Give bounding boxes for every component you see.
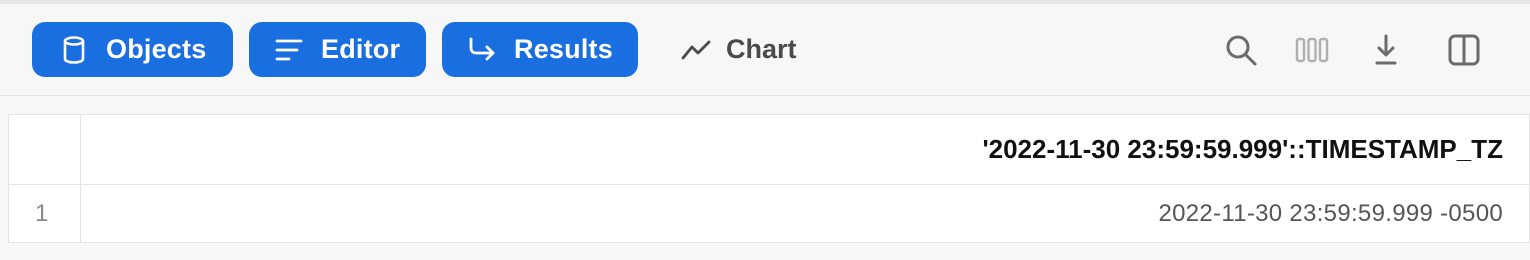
row-index: 1 (9, 185, 81, 242)
toolbar: Objects Editor Results Chart (0, 4, 1530, 96)
search-icon[interactable] (1223, 32, 1259, 68)
chart-label: Chart (726, 34, 797, 64)
columns-icon[interactable] (1294, 32, 1330, 68)
table-row[interactable]: 1 2022-11-30 23:59:59.999 -0500 (9, 185, 1529, 242)
row-index-header (9, 115, 81, 184)
column-header-cell[interactable]: '2022-11-30 23:59:59.999'::TIMESTAMP_TZ (81, 115, 1529, 184)
chart-tab[interactable]: Chart (676, 22, 797, 77)
worksheet-results-view: Objects Editor Results Chart '2022-11-30… (0, 0, 1530, 260)
line-chart-icon (680, 34, 712, 66)
results-label: Results (514, 34, 613, 64)
results-button[interactable]: Results (442, 22, 638, 77)
row-number: 1 (35, 199, 49, 227)
column-header: '2022-11-30 23:59:59.999'::TIMESTAMP_TZ (982, 134, 1503, 164)
download-icon[interactable] (1368, 32, 1404, 68)
objects-label: Objects (106, 34, 207, 64)
editor-button[interactable]: Editor (249, 22, 426, 77)
header-row: '2022-11-30 23:59:59.999'::TIMESTAMP_TZ (9, 115, 1529, 185)
editor-label: Editor (321, 34, 401, 64)
split-panel-icon[interactable] (1446, 32, 1482, 68)
cell-value: 2022-11-30 23:59:59.999 -0500 (1158, 199, 1503, 227)
return-arrow-icon (466, 34, 498, 66)
table-cell[interactable]: 2022-11-30 23:59:59.999 -0500 (81, 185, 1529, 242)
database-icon (58, 34, 90, 66)
objects-button[interactable]: Objects (32, 22, 233, 77)
results-grid: '2022-11-30 23:59:59.999'::TIMESTAMP_TZ … (8, 114, 1530, 243)
lines-icon (273, 34, 305, 66)
